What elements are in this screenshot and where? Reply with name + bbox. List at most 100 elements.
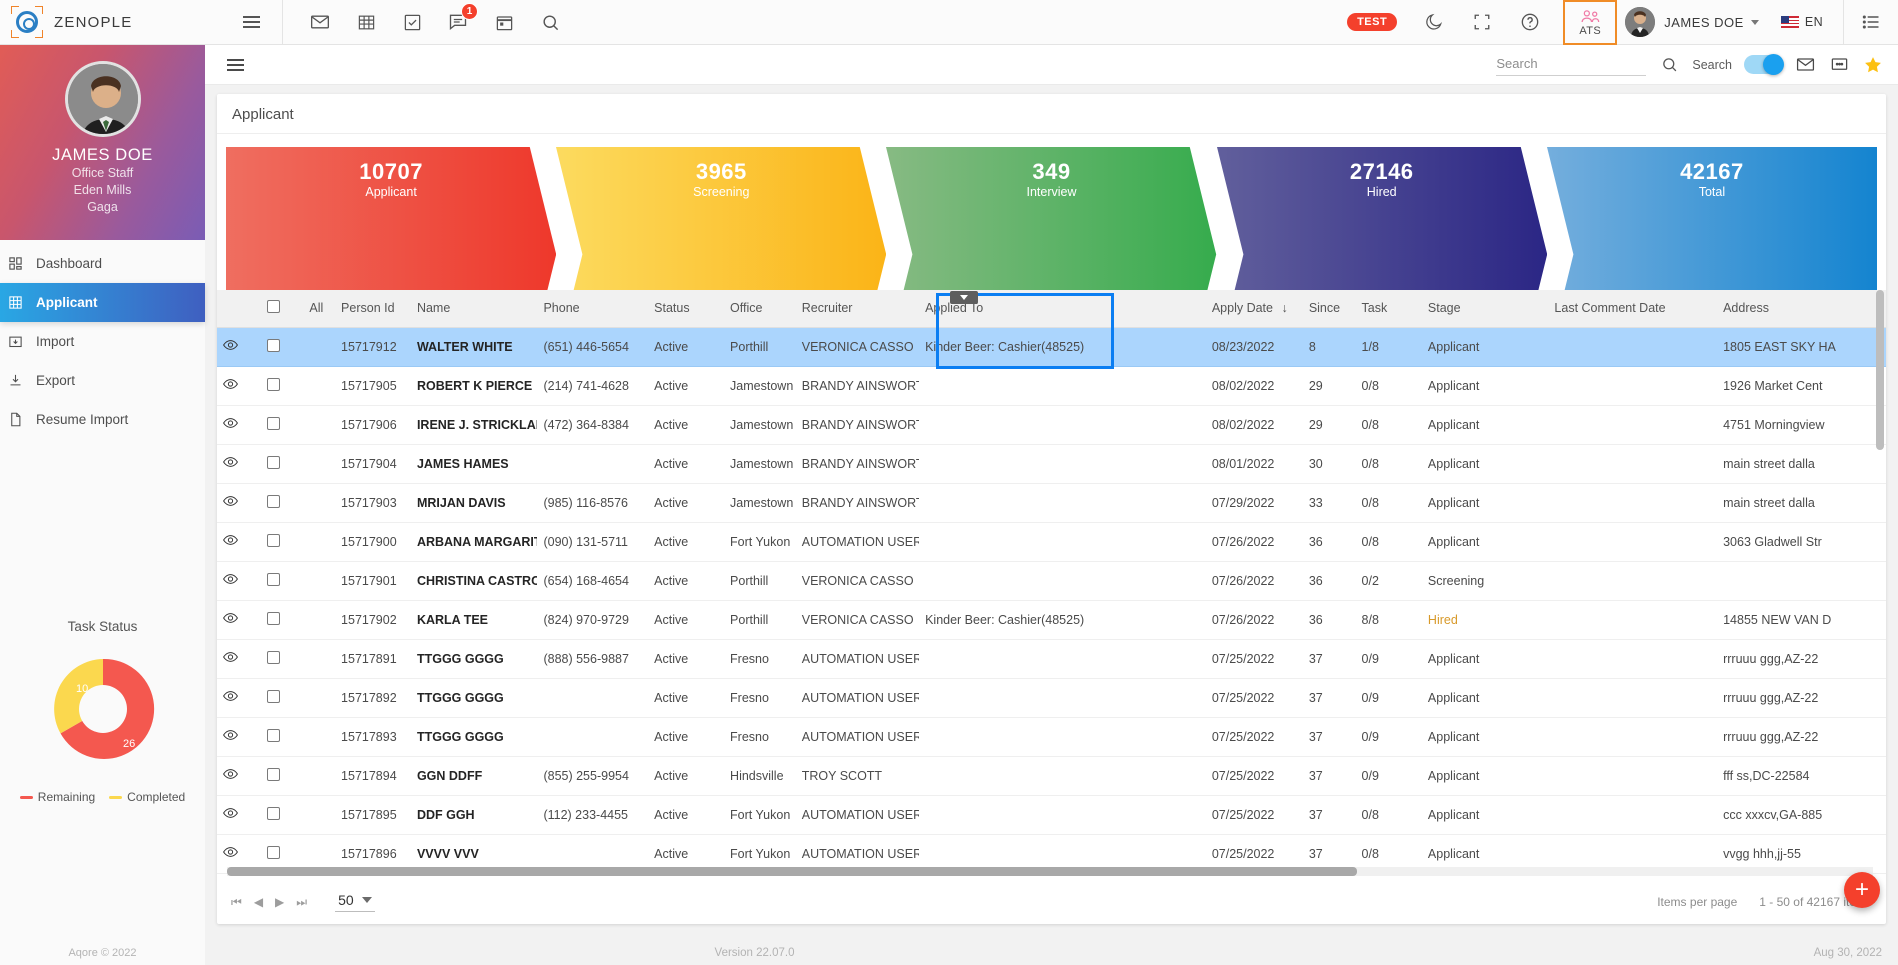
avatar[interactable]: [1625, 7, 1656, 37]
row-checkbox-cell[interactable]: [261, 561, 304, 601]
row-checkbox-cell[interactable]: [261, 717, 304, 757]
eye-icon[interactable]: [223, 730, 238, 744]
funnel-segment-applicant[interactable]: 10707 Applicant: [226, 147, 557, 362]
th-office[interactable]: Office: [724, 290, 796, 328]
eye-icon[interactable]: [223, 613, 238, 627]
last-page-button[interactable]: ⏭: [296, 895, 307, 910]
add-applicant-fab[interactable]: +: [1844, 872, 1880, 908]
th-name[interactable]: Name: [410, 290, 538, 328]
sidebar-item-export[interactable]: Export: [0, 361, 205, 400]
eye-icon[interactable]: [223, 496, 238, 510]
select-all-checkbox[interactable]: [267, 300, 281, 314]
row-view-button[interactable]: [217, 522, 262, 562]
table-row[interactable]: 15717903 MRIJAN DAVIS (985) 116-8576 Active…: [217, 483, 1886, 523]
row-checkbox-cell[interactable]: [261, 678, 304, 718]
eye-icon[interactable]: [223, 808, 238, 822]
row-checkbox[interactable]: [267, 338, 281, 352]
eye-icon[interactable]: [223, 457, 238, 471]
cell-name[interactable]: CHRISTINA CASTRO: [410, 561, 538, 601]
th-recruiter[interactable]: Recruiter: [795, 290, 920, 328]
row-checkbox[interactable]: [267, 650, 281, 664]
funnel-segment-hired[interactable]: 27146 Hired: [1216, 147, 1547, 362]
row-checkbox-cell[interactable]: [261, 444, 304, 484]
th-phone[interactable]: Phone: [537, 290, 649, 328]
th-address[interactable]: Address: [1717, 290, 1886, 328]
row-checkbox[interactable]: [267, 845, 281, 859]
search-input[interactable]: [1496, 53, 1627, 75]
grid-icon[interactable]: [355, 11, 377, 33]
mail-icon[interactable]: [309, 11, 331, 33]
table-row[interactable]: 15717904 JAMES HAMES Active Jamestown BRANDY…: [217, 444, 1886, 484]
row-checkbox[interactable]: [267, 806, 281, 820]
table-row[interactable]: 15717912 WALTER WHITE (651) 446-5654 Active…: [217, 327, 1886, 367]
next-page-button[interactable]: ▶: [275, 895, 284, 909]
th-last-comment-date[interactable]: Last Comment Date: [1548, 290, 1718, 328]
funnel-segment-total[interactable]: 42167 Total: [1546, 147, 1877, 362]
table-row[interactable]: 15717905 ROBERT K PIERCE (214) 741-4628 Act…: [217, 366, 1886, 406]
chat-icon[interactable]: 1: [447, 3, 478, 33]
help-icon[interactable]: [1519, 11, 1541, 33]
cell-name[interactable]: GGN DDFF: [410, 756, 538, 796]
search-icon[interactable]: [539, 11, 561, 33]
vertical-scrollbar[interactable]: [1876, 290, 1884, 878]
mail-icon[interactable]: [1794, 54, 1816, 76]
table-row[interactable]: 15717892 TTGGG GGGG Active Fresno AUTOMATION…: [217, 678, 1886, 718]
row-checkbox-cell[interactable]: [261, 405, 304, 445]
th-stage[interactable]: Stage: [1421, 290, 1549, 328]
row-view-button[interactable]: [217, 444, 262, 484]
row-checkbox[interactable]: [267, 455, 281, 469]
row-checkbox[interactable]: [267, 767, 281, 781]
row-view-button[interactable]: [217, 717, 262, 757]
sidebar-item-import[interactable]: Import: [0, 322, 205, 361]
horizontal-scrollbar[interactable]: [227, 867, 1873, 876]
row-checkbox[interactable]: [267, 377, 281, 391]
user-name[interactable]: JAMES DOE: [1664, 15, 1744, 30]
cell-name[interactable]: MRIJAN DAVIS: [410, 483, 538, 523]
table-row[interactable]: 15717900 ARBANA MARGARITA (090) 131-5711 Ac…: [217, 522, 1886, 562]
row-view-button[interactable]: [217, 678, 262, 718]
row-checkbox-cell[interactable]: [261, 522, 304, 562]
row-checkbox-cell[interactable]: [261, 366, 304, 406]
row-checkbox-cell[interactable]: [261, 600, 304, 640]
eye-icon[interactable]: [223, 535, 238, 549]
cell-name[interactable]: TTGGG GGGG: [410, 678, 538, 718]
page-size-select[interactable]: 50: [335, 892, 375, 912]
sidebar-item-resume-import[interactable]: Resume Import: [0, 400, 205, 439]
chevron-down-icon[interactable]: [1750, 19, 1759, 25]
th-person-id[interactable]: Person Id: [335, 290, 411, 328]
row-view-button[interactable]: [217, 600, 262, 640]
th-select-all[interactable]: [261, 290, 304, 328]
legend-item-completed[interactable]: Completed: [109, 790, 185, 804]
sidebar-item-dashboard[interactable]: Dashboard: [0, 244, 205, 283]
row-view-button[interactable]: [217, 756, 262, 796]
funnel-segment-screening[interactable]: 3965 Screening: [556, 147, 887, 362]
table-row[interactable]: 15717901 CHRISTINA CASTRO (654) 168-4654 Ac…: [217, 561, 1886, 601]
comment-icon[interactable]: [1828, 54, 1850, 76]
avatar[interactable]: [64, 61, 141, 137]
eye-icon[interactable]: [223, 340, 238, 354]
th-task[interactable]: Task: [1355, 290, 1422, 328]
row-checkbox[interactable]: [267, 416, 281, 430]
row-checkbox[interactable]: [267, 533, 281, 547]
scrollbar-thumb[interactable]: [1876, 290, 1884, 450]
row-checkbox[interactable]: [267, 611, 281, 625]
row-checkbox-cell[interactable]: [261, 327, 304, 367]
row-checkbox[interactable]: [267, 689, 281, 703]
fullscreen-icon[interactable]: [1471, 11, 1493, 33]
cell-name[interactable]: TTGGG GGGG: [410, 639, 538, 679]
table-row[interactable]: 15717893 TTGGG GGGG Active Fresno AUTOMATION…: [217, 717, 1886, 757]
list-menu-icon[interactable]: [1860, 11, 1882, 33]
eye-icon[interactable]: [223, 379, 238, 393]
language-label[interactable]: EN: [1805, 15, 1823, 29]
row-checkbox[interactable]: [267, 572, 281, 586]
eye-icon[interactable]: [223, 418, 238, 432]
eye-icon[interactable]: [223, 691, 238, 705]
table-row[interactable]: 15717895 DDF GGH (112) 233-4455 Active Fort …: [217, 795, 1886, 835]
calendar-icon[interactable]: [493, 11, 515, 33]
cell-name[interactable]: ARBANA MARGARITA: [410, 522, 538, 562]
column-menu-chevron-icon[interactable]: [950, 291, 978, 304]
row-checkbox-cell[interactable]: [261, 483, 304, 523]
eye-icon[interactable]: [223, 652, 238, 666]
row-checkbox-cell[interactable]: [261, 639, 304, 679]
sidebar-item-applicant[interactable]: Applicant: [0, 283, 205, 322]
